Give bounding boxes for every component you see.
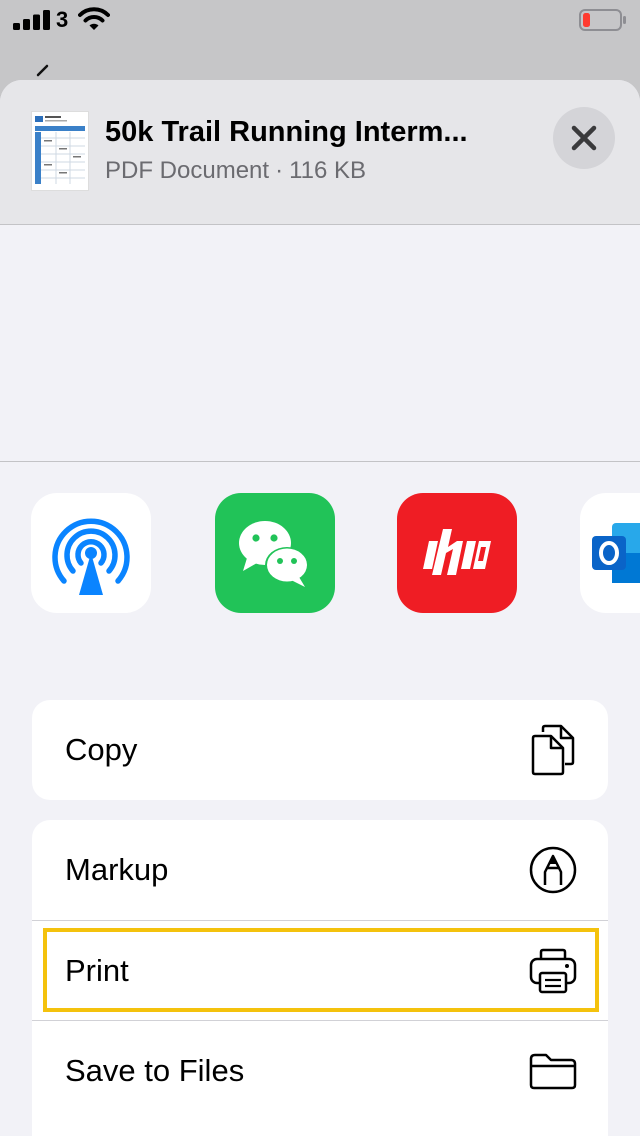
outlook-icon: [592, 523, 640, 583]
document-size: 116 KB: [289, 157, 367, 184]
markup-label: Markup: [65, 852, 169, 887]
printer-icon: [529, 948, 577, 993]
share-sheet: 50k Trail Running Interm... PDF Document…: [0, 80, 640, 1136]
print-action[interactable]: Print: [32, 920, 608, 1020]
share-apps-row[interactable]: [0, 462, 640, 652]
document-actions-group: Markup Print Save to Files: [32, 820, 608, 1136]
share-sheet-header: 50k Trail Running Interm... PDF Document…: [0, 80, 640, 225]
airdrop-app-button[interactable]: [31, 493, 151, 613]
outlook-app-button[interactable]: [580, 493, 640, 613]
document-type: PDF Document: [105, 157, 270, 184]
copy-icon: [531, 724, 575, 776]
document-title: 50k Trail Running Interm...: [105, 116, 468, 148]
save-to-files-action[interactable]: Save to Files: [32, 1020, 608, 1120]
save-to-files-label: Save to Files: [65, 1052, 245, 1088]
cellular-signal-icon: [13, 10, 50, 30]
wifi-icon: [78, 7, 110, 30]
carrier-label: 3: [56, 7, 69, 32]
status-bar: 3: [0, 0, 640, 40]
airdrop-people-area: [0, 225, 640, 462]
wechat-app-button[interactable]: [215, 493, 335, 613]
markup-pen-icon: [529, 846, 577, 894]
airdrop-icon: [52, 518, 130, 595]
document-subtitle: PDF Document · 116 KB: [105, 157, 366, 185]
markup-action[interactable]: Markup: [32, 820, 608, 920]
wechat-icon: [239, 521, 309, 587]
print-label: Print: [65, 952, 129, 988]
close-icon: [571, 125, 597, 151]
copy-label: Copy: [65, 732, 138, 767]
hp-icon: [423, 529, 491, 575]
copy-action-group: Copy: [32, 700, 608, 800]
subtitle-separator: ·: [275, 157, 284, 184]
close-button[interactable]: [553, 107, 615, 169]
copy-action[interactable]: Copy: [32, 700, 608, 800]
folder-icon: [529, 1053, 577, 1089]
battery-low-icon: [579, 9, 626, 31]
hp-app-button[interactable]: [397, 493, 517, 613]
pdf-thumbnail: [32, 112, 88, 190]
